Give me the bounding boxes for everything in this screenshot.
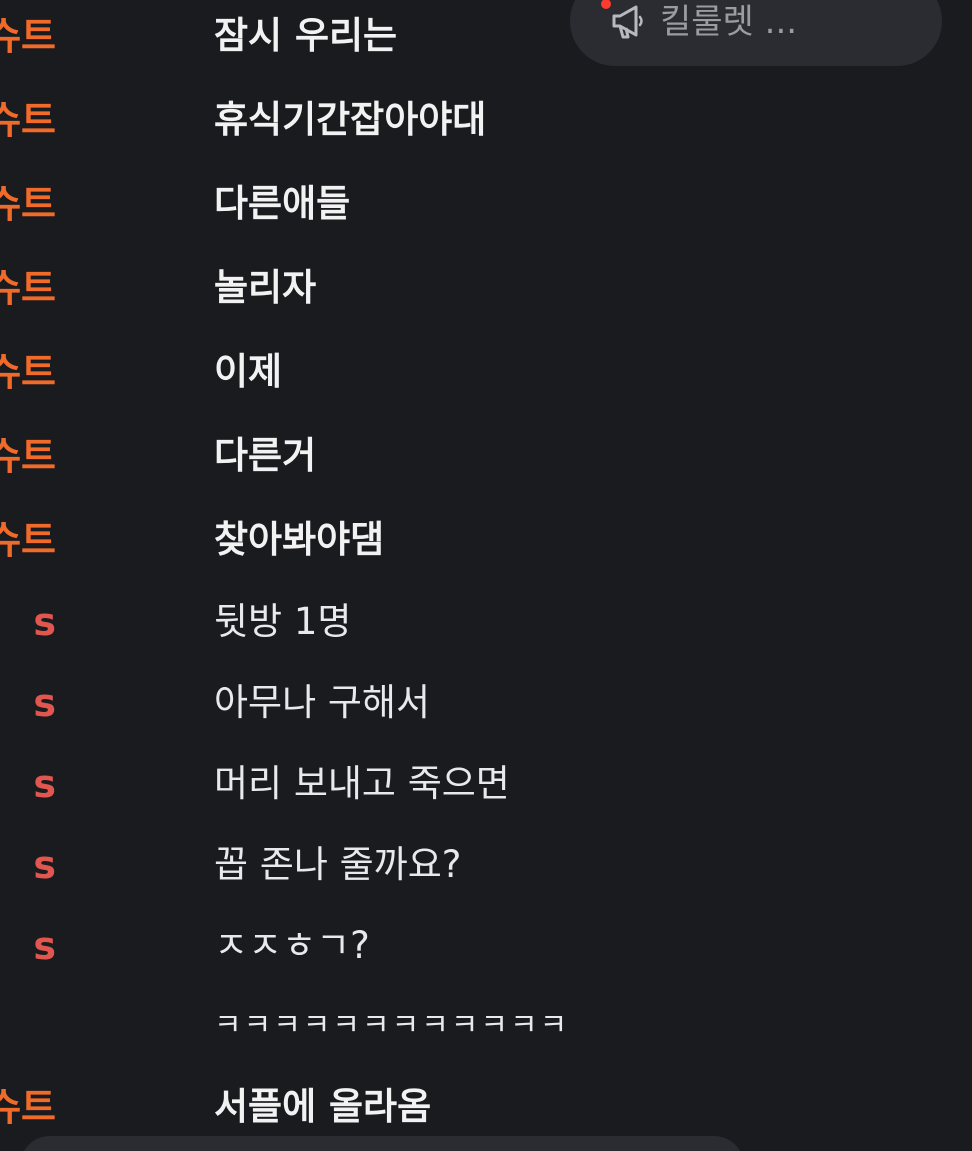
announcement-text: 킬룰렛 ... [660,2,798,42]
chat-username-text: 슈트 [0,1085,56,1129]
chat-username-text: 슈트 [0,266,56,310]
chat-username-text: 슈트 [0,518,56,562]
chat-row: s 머리 보내고 죽으면 [0,748,972,828]
chat-username-text: s [33,681,56,725]
chat-username[interactable]: 슈트 [0,336,56,416]
chat-message-text: ㅋㅋㅋㅋㅋㅋㅋㅋㅋㅋㅋㅋ [214,1008,570,1043]
chat-row: 슈트 다른애들 [0,168,972,248]
chat-message-text: 휴식기간잡아야대 [214,98,487,141]
chat-row: s 아무나 구해서 [0,667,972,747]
chat-username[interactable]: s [0,667,56,747]
chat-input-bar[interactable] [20,1136,744,1151]
chat-message-text: 뒷방 1명 [214,600,352,643]
chat-message-text: 다른애들 [214,182,351,225]
announcement-pill[interactable]: 킬룰렛 ... [570,0,942,66]
chat-username[interactable]: 슈트 [0,168,56,248]
chat-username[interactable]: 슈트 [0,252,56,332]
chat-row: 슈트 이제 [0,336,972,416]
chat-username[interactable]: 슈트 [0,504,56,584]
megaphone-icon [608,2,648,42]
chat-username[interactable]: s [0,586,56,666]
chat-username[interactable]: s [0,748,56,828]
chat-message-text: 다른거 [214,434,317,477]
chat-username-text: 슈트 [0,350,56,394]
chat-username-text: 슈트 [0,434,56,478]
chat-username-text: s [33,762,56,806]
chat-username[interactable]: s [0,910,56,990]
chat-row: s ㅈㅈㅎㄱ? [0,910,972,990]
chat-message-text: 이제 [214,350,283,393]
chat-row: 슈트 찾아봐야댐 [0,504,972,584]
chat-username[interactable]: 슈트 [0,84,56,164]
chat-row: 슈트 다른거 [0,420,972,500]
chat-message-text: ㅈㅈㅎㄱ? [214,924,370,967]
chat-message-text: 놀리자 [214,266,317,309]
chat-message-text: 찾아봐야댐 [214,518,385,561]
chat-username-text: 슈트 [0,14,56,58]
chat-row: s 뒷방 1명 [0,586,972,666]
chat-username[interactable]: s [0,829,56,909]
chat-username[interactable]: 슈트 [0,420,56,500]
chat-message-text: 잠시 우리는 [214,14,398,57]
chat-message-text: 아무나 구해서 [214,681,431,724]
chat-username-text: 슈트 [0,98,56,142]
chat-username-text: 슈트 [0,182,56,226]
chat-row: s 꼽 존나 줄까요? [0,829,972,909]
chat-username[interactable] [0,990,56,1070]
chat-username-text: s [33,843,56,887]
chat-username-text: s [33,600,56,644]
chat-screen: 슈트 잠시 우리는 슈트 휴식기간잡아야대 슈트 다른애들 슈트 놀리자 슈트 … [0,0,972,1151]
chat-message-text: 꼽 존나 줄까요? [214,843,462,886]
chat-message-text: 머리 보내고 죽으면 [214,762,510,805]
chat-row: 슈트 놀리자 [0,252,972,332]
chat-message-list[interactable]: 슈트 잠시 우리는 슈트 휴식기간잡아야대 슈트 다른애들 슈트 놀리자 슈트 … [0,0,972,1151]
chat-username-text: s [33,924,56,968]
chat-row: ㅋㅋㅋㅋㅋㅋㅋㅋㅋㅋㅋㅋ [0,990,972,1070]
chat-row: 슈트 휴식기간잡아야대 [0,84,972,164]
chat-username[interactable]: 슈트 [0,0,56,80]
